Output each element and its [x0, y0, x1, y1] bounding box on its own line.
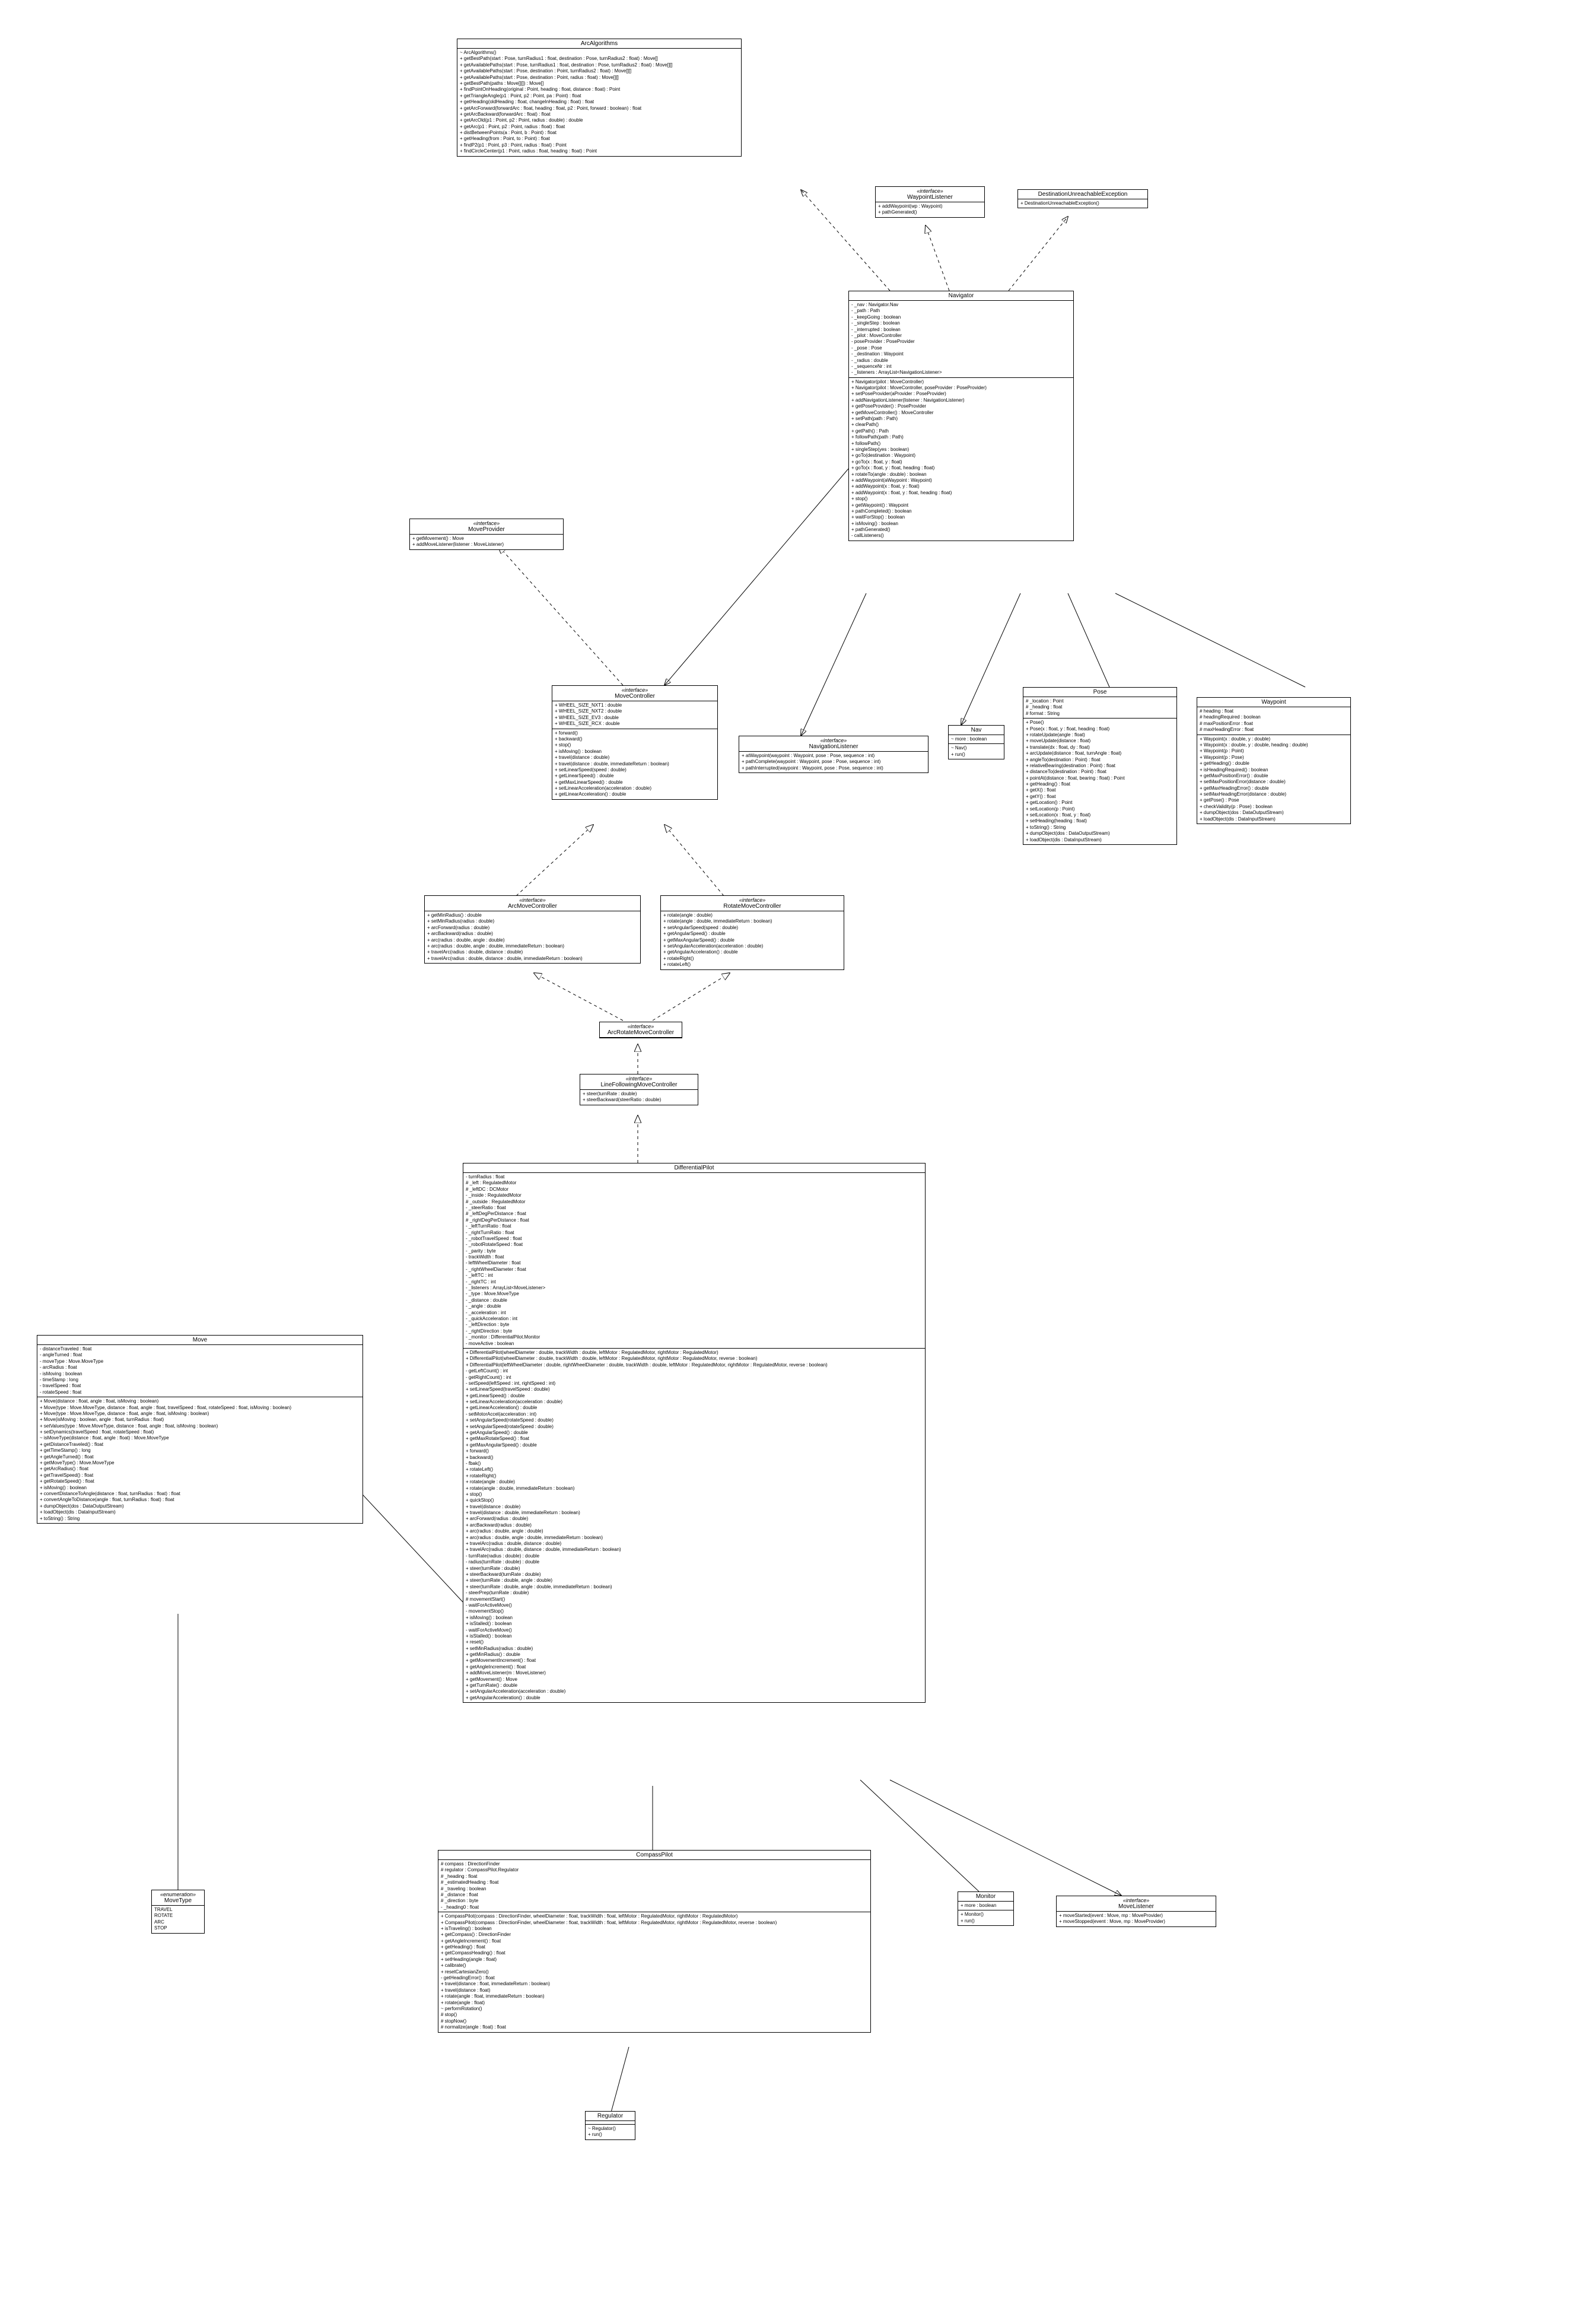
class-move: Move - distanceTraveled : float- angleTu… — [37, 1335, 363, 1524]
methods: ~ ArcAlgorithms()+ getBestPath(start : P… — [457, 49, 741, 156]
methods: + DestinationUnreachableException() — [1018, 199, 1147, 208]
class-differentialpilot: DifferentialPilot - turnRadius : float# … — [463, 1163, 926, 1703]
class-destinationunreachableexception: DestinationUnreachableException + Destin… — [1017, 189, 1148, 208]
class-monitor: Monitor + more : boolean + Monitor()+ ru… — [958, 1891, 1014, 1926]
class-name: DestinationUnreachableException — [1038, 191, 1128, 198]
class-name: Waypoint — [1261, 699, 1286, 705]
class-name: MoveController — [615, 693, 655, 700]
methods: + moveStarted(event : Move, mp : MovePro… — [1057, 1912, 1216, 1926]
fields: # compass : DirectionFinder# regulator :… — [438, 1860, 870, 1912]
class-name: Navigator — [949, 293, 974, 299]
methods: + steer(turnRate : double)+ steerBackwar… — [580, 1090, 698, 1105]
class-moveprovider: «interface»MoveProvider + getMovement() … — [409, 519, 564, 550]
methods: ~ Nav()+ run() — [949, 744, 1004, 759]
class-arcrotatemovecontroller: «interface»ArcRotateMoveController — [599, 1022, 682, 1038]
class-name: NavigationListener — [809, 743, 858, 750]
class-navigator: Navigator - _nav : Navigator.Nav- _path … — [848, 291, 1074, 541]
class-waypoint: Waypoint # heading : float# headingRequi… — [1197, 697, 1351, 824]
stereotype: «interface» — [427, 897, 638, 903]
fields: - turnRadius : float# _left : RegulatedM… — [463, 1173, 925, 1349]
enum-movetype: «enumeration»MoveType TRAVELROTATEARCSTO… — [151, 1890, 205, 1934]
class-movecontroller: «interface»MoveController + WHEEL_SIZE_N… — [552, 685, 718, 800]
class-name: CompassPilot — [636, 1852, 673, 1858]
class-name: Regulator — [597, 2113, 623, 2119]
stereotype: «interface» — [1059, 1897, 1213, 1903]
methods: + Move(distance : float, angle : float, … — [37, 1397, 362, 1523]
class-waypointlistener: «interface»WaypointListener + addWaypoin… — [875, 186, 985, 218]
class-movelistener: «interface»MoveListener + moveStarted(ev… — [1056, 1896, 1216, 1927]
methods: ~ Regulator()+ run() — [586, 2125, 635, 2139]
literals: TRAVELROTATEARCSTOP — [152, 1906, 204, 1933]
class-nav: Nav ~ more : boolean ~ Nav()+ run() — [948, 725, 1004, 759]
methods: + Pose()+ Pose(x : float, y : float, hea… — [1023, 718, 1176, 844]
class-name: Move — [193, 1337, 207, 1343]
class-name: Pose — [1093, 689, 1107, 695]
class-arcmovecontroller: «interface»ArcMoveController + getMinRad… — [424, 895, 641, 964]
methods: + getMinRadius() : double+ setMinRadius(… — [425, 911, 640, 963]
class-name: DifferentialPilot — [674, 1165, 714, 1171]
methods: + Monitor()+ run() — [958, 1910, 1013, 1925]
fields: # _location : Point# _heading : float# f… — [1023, 697, 1176, 718]
class-rotatemovecontroller: «interface»RotateMoveController + rotate… — [660, 895, 844, 970]
methods: + atWaypoint(waypoint : Waypoint, pose :… — [739, 752, 928, 772]
methods: + getMovement() : Move+ addMoveListener(… — [410, 535, 563, 549]
class-name: Nav — [971, 727, 982, 733]
stereotype: «interface» — [412, 520, 561, 526]
methods: + forward()+ backward()+ stop()+ isMovin… — [552, 729, 717, 799]
stereotype: «enumeration» — [154, 1891, 202, 1897]
class-compasspilot: CompassPilot # compass : DirectionFinder… — [438, 1850, 871, 2033]
class-name: ArcAlgorithms — [581, 40, 618, 47]
fields: + more : boolean — [958, 1902, 1013, 1910]
methods: + CompassPilot(compass : DirectionFinder… — [438, 1912, 870, 2031]
class-name: ArcRotateMoveController — [608, 1029, 674, 1036]
class-name: LineFollowingMoveController — [601, 1082, 678, 1088]
methods: + Navigator(pilot : MoveController)+ Nav… — [849, 378, 1073, 541]
class-navigationlistener: «interface»NavigationListener + atWaypoi… — [739, 736, 928, 773]
stereotype: «interface» — [602, 1023, 679, 1029]
fields: ~ more : boolean — [949, 735, 1004, 744]
stereotype: «interface» — [583, 1076, 695, 1082]
class-name: Monitor — [976, 1893, 996, 1900]
methods: + Waypoint(x : double, y : double)+ Wayp… — [1197, 735, 1350, 824]
stereotype: «interface» — [663, 897, 841, 903]
stereotype: «interface» — [878, 188, 982, 194]
methods: + addWaypoint(wp : Waypoint)+ pathGenera… — [876, 202, 984, 217]
class-pose: Pose # _location : Point# _heading : flo… — [1023, 687, 1177, 845]
fields: - _nav : Navigator.Nav- _path : Path- _k… — [849, 301, 1073, 378]
class-name: MoveListener — [1118, 1903, 1154, 1910]
class-name: MoveType — [164, 1897, 192, 1904]
fields: - distanceTraveled : float- angleTurned … — [37, 1345, 362, 1397]
class-regulator: Regulator ~ Regulator()+ run() — [585, 2111, 635, 2140]
stereotype: «interface» — [742, 737, 926, 743]
fields: + WHEEL_SIZE_NXT1 : double+ WHEEL_SIZE_N… — [552, 701, 717, 729]
methods: + rotate(angle : double)+ rotate(angle :… — [661, 911, 844, 969]
class-linefollowingmovecontroller: «interface»LineFollowingMoveController +… — [580, 1074, 698, 1105]
class-arcalgorithms: ArcAlgorithms ~ ArcAlgorithms()+ getBest… — [457, 39, 742, 157]
methods: + DifferentialPilot(wheelDiameter : doub… — [463, 1349, 925, 1702]
fields: # heading : float# headingRequired : boo… — [1197, 707, 1350, 735]
class-name: WaypointListener — [907, 194, 953, 201]
class-name: ArcMoveController — [508, 903, 557, 910]
stereotype: «interface» — [555, 687, 715, 693]
class-name: MoveProvider — [468, 526, 505, 533]
class-name: RotateMoveController — [723, 903, 781, 910]
